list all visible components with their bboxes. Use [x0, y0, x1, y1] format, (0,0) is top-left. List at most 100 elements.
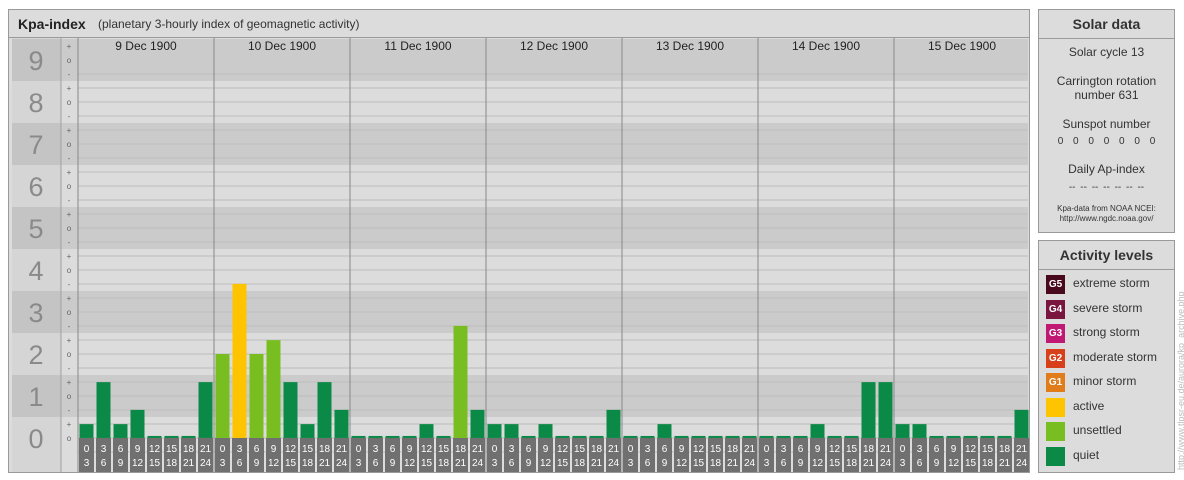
interval-start-label: 6: [118, 444, 124, 455]
interval-start-label: 6: [798, 444, 804, 455]
legend-swatch: G1: [1046, 373, 1065, 392]
legend-swatch: [1046, 397, 1065, 417]
ap-index-values: -- -- -- -- -- -- --: [1068, 182, 1145, 193]
legend-swatch: [1046, 446, 1065, 466]
kp-bar: [334, 409, 349, 438]
kp-bar: [487, 424, 502, 438]
sub-tick-label: o: [67, 350, 72, 359]
legend-swatch: G2: [1046, 348, 1065, 368]
sub-tick-label: +: [67, 336, 72, 345]
kp-bar: [980, 435, 995, 438]
kp-bar: [402, 435, 417, 438]
legend-swatch: G3: [1046, 324, 1065, 343]
legend-label: active: [1073, 398, 1105, 413]
sub-tick-label: o: [67, 140, 72, 149]
interval-end-label: 9: [118, 458, 124, 469]
activity-levels-panel: Activity levels G5 extreme storm G4 severe …: [1038, 240, 1175, 473]
kpa-chart: 0123456789+o+o-+o-+o-+o-+o-+o-+o-+o-+o-9…: [9, 37, 1029, 472]
data-source-link[interactable]: http://www.ngdc.noaa.gov/: [1039, 214, 1174, 223]
sub-tick-label: +: [67, 378, 72, 387]
kpa-chart-panel: Kpa-index (planetary 3-hourly index of g…: [8, 9, 1030, 473]
interval-start-label: 9: [271, 444, 277, 455]
kp-bar: [742, 435, 757, 438]
interval-start-label: 18: [863, 444, 875, 455]
sub-tick-label: +: [67, 294, 72, 303]
sub-tick-label: +: [67, 84, 72, 93]
interval-end-label: 21: [727, 458, 739, 469]
interval-end-label: 12: [132, 458, 144, 469]
interval-start-label: 6: [662, 444, 668, 455]
carrington-rotation: Carrington rotation number 631: [1056, 74, 1157, 102]
kp-bar: [79, 424, 94, 438]
interval-end-label: 24: [200, 458, 212, 469]
kp-bar: [351, 435, 366, 438]
interval-start-label: 12: [149, 444, 161, 455]
kp-bar: [555, 435, 570, 438]
sub-tick-label: -: [68, 406, 71, 415]
kp-bar: [96, 382, 111, 438]
kp-bar: [113, 424, 128, 438]
interval-end-label: 21: [455, 458, 467, 469]
kp-bar: [946, 435, 961, 438]
interval-end-label: 12: [540, 458, 552, 469]
interval-start-label: 6: [934, 444, 940, 455]
kp-bar: [521, 435, 536, 438]
kp-bar: [572, 435, 587, 438]
kp-bar: [215, 354, 230, 438]
day-label: 15 Dec 1900: [928, 39, 996, 53]
interval-end-label: 6: [509, 458, 515, 469]
interval-start-label: 12: [557, 444, 569, 455]
interval-end-label: 9: [526, 458, 532, 469]
kp-bar: [147, 435, 162, 438]
y-tick-label: 5: [28, 214, 43, 244]
interval-start-label: 3: [373, 444, 379, 455]
kp-bar: [317, 382, 332, 438]
kp-bar: [674, 435, 689, 438]
interval-start-label: 3: [509, 444, 515, 455]
kp-bar: [861, 382, 876, 438]
sub-tick-label: +: [67, 252, 72, 261]
y-tick-label: 8: [28, 88, 43, 118]
kp-bar: [963, 435, 978, 438]
interval-end-label: 3: [492, 458, 498, 469]
interval-end-label: 3: [900, 458, 906, 469]
interval-end-label: 12: [404, 458, 416, 469]
kp-bar: [640, 435, 655, 438]
interval-end-label: 18: [982, 458, 994, 469]
sub-tick-label: -: [68, 154, 71, 163]
interval-start-label: 9: [951, 444, 957, 455]
legend-label: strong storm: [1073, 325, 1140, 339]
kp-bar: [589, 435, 604, 438]
sub-tick-label: -: [68, 238, 71, 247]
interval-start-label: 0: [356, 444, 362, 455]
day-label: 13 Dec 1900: [656, 39, 724, 53]
interval-start-label: 15: [982, 444, 994, 455]
interval-start-label: 3: [917, 444, 923, 455]
kp-bar: [929, 435, 944, 438]
interval-start-label: 12: [693, 444, 705, 455]
interval-start-label: 18: [183, 444, 195, 455]
interval-start-label: 18: [591, 444, 603, 455]
legend-label: moderate storm: [1073, 349, 1158, 364]
kp-bar: [249, 354, 264, 438]
sub-tick-label: o: [67, 224, 72, 233]
interval-start-label: 9: [679, 444, 685, 455]
kp-bar: [725, 435, 740, 438]
interval-start-label: 21: [880, 444, 892, 455]
interval-end-label: 15: [965, 458, 977, 469]
day-label: 14 Dec 1900: [792, 39, 860, 53]
interval-start-label: 15: [302, 444, 314, 455]
kp-bar: [164, 435, 179, 438]
kp-bar: [538, 424, 553, 438]
interval-start-label: 15: [846, 444, 858, 455]
interval-end-label: 12: [676, 458, 688, 469]
interval-end-label: 3: [220, 458, 226, 469]
interval-start-label: 15: [166, 444, 178, 455]
interval-end-label: 21: [999, 458, 1011, 469]
interval-end-label: 18: [166, 458, 178, 469]
interval-end-label: 18: [302, 458, 314, 469]
kp-bar: [130, 409, 145, 438]
interval-end-label: 9: [390, 458, 396, 469]
legend-swatch: G5: [1046, 275, 1065, 294]
y-tick-label: 9: [28, 46, 43, 76]
